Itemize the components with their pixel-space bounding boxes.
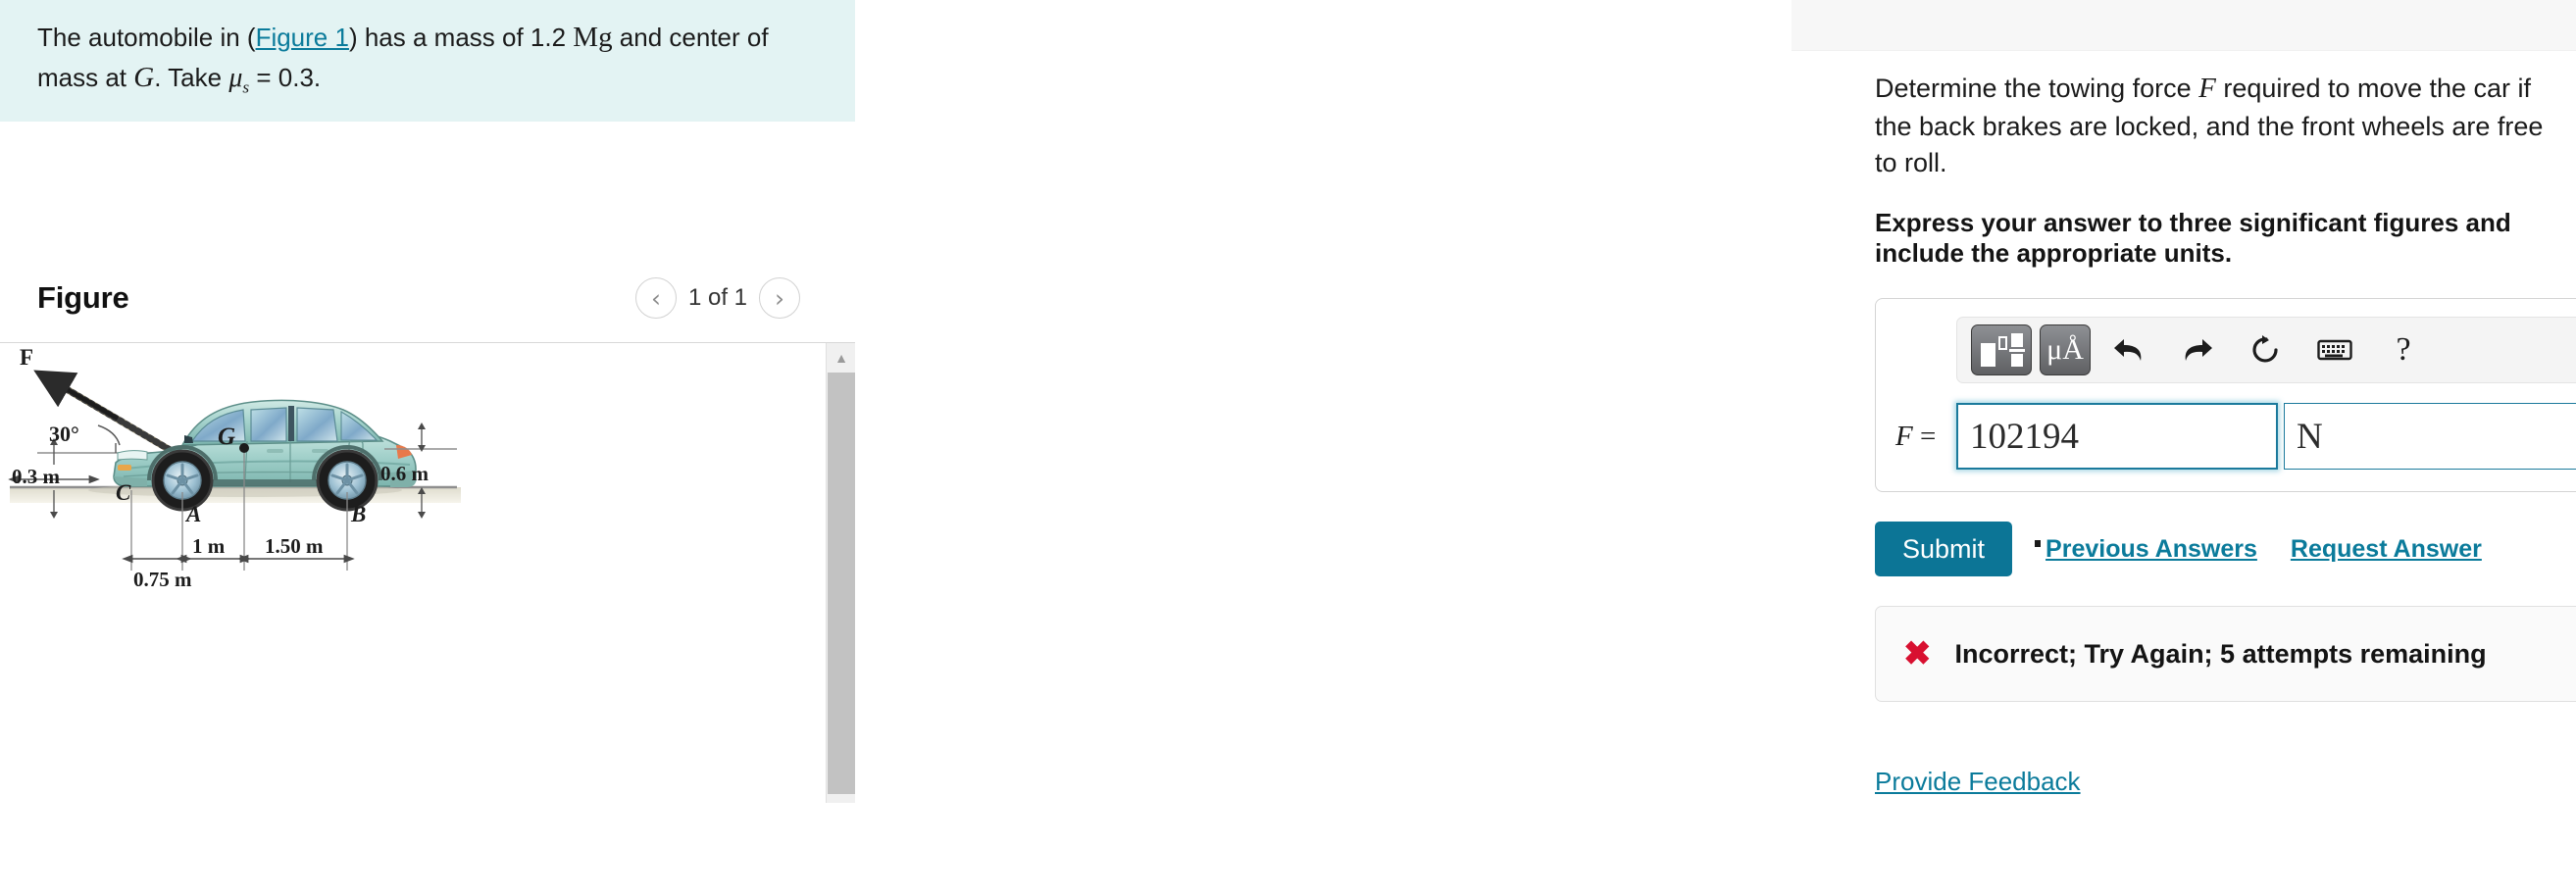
figure-counter: 1 of 1 [687, 284, 748, 312]
question-content: Determine the towing force F required to… [1875, 69, 2576, 797]
figure-title: Figure [37, 280, 129, 316]
dim-1m: 1 m [192, 534, 226, 558]
micro-angstrom-icon[interactable]: μÅ [2040, 324, 2091, 376]
figure-navigation: ‹ 1 of 1 › [635, 277, 818, 320]
question-var-f: F [2198, 73, 2216, 104]
units-label: μÅ [2046, 333, 2084, 367]
answer-entry-box: μÅ ? F = 102194 N [1875, 298, 2576, 548]
point-c-label: C [116, 480, 131, 505]
point-g-label: G [218, 423, 235, 450]
redo-arrow-icon[interactable] [2167, 324, 2228, 375]
f-variable: F [1895, 420, 1913, 452]
scrollbar-thumb[interactable] [828, 373, 855, 795]
statement-part-2: ) has a mass of 1.2 [348, 23, 574, 52]
figure-1-link[interactable]: Figure 1 [256, 23, 349, 52]
request-answer-link[interactable]: Request Answer [2291, 535, 2482, 564]
math-toolbar: μÅ ? [1956, 317, 2576, 384]
statement-part-5: = 0.3. [249, 63, 322, 93]
force-label-f: F [20, 345, 33, 370]
feedback-message-text: Incorrect; Try Again; 5 attempts remaini… [1954, 638, 2487, 669]
answer-instruction: Express your answer to three significant… [1875, 208, 2511, 269]
page-root: The automobile in (Figure 1) has a mass … [0, 0, 2576, 896]
top-header-bar [1792, 0, 2576, 51]
provide-feedback-link[interactable]: Provide Feedback [1875, 767, 2081, 797]
mu-s-symbol: μs [228, 63, 249, 97]
figure-scrollbar[interactable]: ▲ [826, 343, 855, 804]
text-caret-marker [2035, 540, 2041, 548]
submit-button[interactable]: Submit [1875, 522, 2013, 577]
reset-circular-arrow-icon[interactable] [2236, 324, 2297, 375]
figure-header: Figure ‹ 1 of 1 › [0, 264, 855, 332]
equals-sign: = [1919, 420, 1937, 452]
problem-statement-text: The automobile in (Figure 1) has a mass … [37, 18, 822, 100]
answer-variable-label: F = [1895, 421, 1956, 453]
question-text: Determine the towing force F required to… [1875, 69, 2547, 182]
dim-0-6m: 0.6 m [380, 462, 429, 485]
chevron-left-icon[interactable]: ‹ [635, 277, 677, 320]
answer-input-row: F = [1895, 403, 2576, 471]
feedback-message-box: ✖ Incorrect; Try Again; 5 attempts remai… [1875, 606, 2576, 703]
red-x-icon: ✖ [1903, 635, 1932, 673]
chevron-right-icon[interactable]: › [759, 277, 800, 320]
keyboard-icon[interactable] [2304, 324, 2365, 375]
math-template-icon[interactable] [1971, 324, 2032, 376]
problem-statement-box: The automobile in (Figure 1) has a mass … [0, 0, 855, 123]
dim-0-75m: 0.75 m [133, 568, 192, 591]
mu-glyph: μ [228, 63, 243, 94]
mass-unit-mg: Mg [573, 22, 613, 53]
figure-viewport: 0.3 m F 30° G C A B 0.75 m 1 m 1.50 m 0.… [0, 342, 855, 804]
statement-part-1: The automobile in ( [37, 23, 256, 52]
undo-arrow-icon[interactable] [2098, 324, 2159, 375]
previous-answers-link[interactable]: Previous Answers [2046, 535, 2257, 564]
template-glyph [1981, 333, 2025, 368]
point-a-label: A [184, 502, 201, 526]
car-free-body-diagram: 0.3 m F 30° G C A B 0.75 m 1 m 1.50 m 0.… [8, 345, 461, 591]
left-panel: The automobile in (Figure 1) has a mass … [0, 0, 874, 896]
help-label: ? [2396, 331, 2411, 369]
answer-value-input[interactable] [1956, 403, 2278, 471]
statement-part-4: . Take [154, 63, 229, 93]
dim-1-50m: 1.50 m [265, 534, 324, 558]
right-panel: Determine the towing force F required to… [855, 0, 2576, 896]
angle-label-30: 30° [49, 422, 79, 446]
triangle-up-icon[interactable]: ▲ [827, 343, 855, 373]
question-mark-icon[interactable]: ? [2373, 324, 2434, 375]
answer-actions: Submit Previous Answers Request Answer [1875, 522, 2547, 577]
point-g-symbol: G [133, 62, 155, 94]
center-of-mass-dot [239, 443, 249, 454]
svg-text:0.3 m: 0.3 m [12, 465, 61, 488]
point-b-label: B [350, 502, 366, 526]
answer-units-input[interactable] [2284, 403, 2576, 471]
question-pre: Determine the towing force [1875, 74, 2199, 103]
